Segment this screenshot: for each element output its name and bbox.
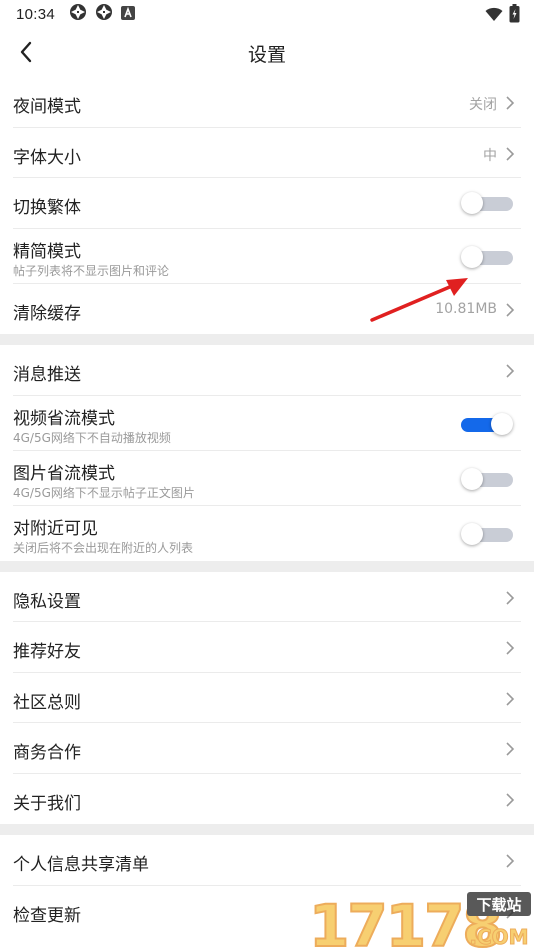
settings-section-info: 个人信息共享清单 检查更新 — [0, 835, 534, 936]
setting-value: 中 — [483, 147, 497, 164]
settings-section-network: 消息推送 视频省流模式 4G/5G网络下不自动播放视频 图片省流模式 4G/5G… — [0, 345, 534, 561]
chevron-right-icon — [506, 904, 515, 919]
setting-description: 帖子列表将不显示图片和评论 — [13, 263, 170, 278]
chevron-right-icon — [506, 691, 515, 706]
setting-privacy[interactable]: 隐私设置 — [13, 572, 521, 622]
chevron-right-icon — [506, 96, 515, 110]
setting-label: 字体大小 — [13, 147, 81, 168]
setting-label: 图片省流模式 — [13, 463, 115, 484]
section-divider — [0, 560, 534, 572]
status-system-icons — [485, 4, 520, 27]
setting-clear-cache[interactable]: 清除缓存 10.81MB — [13, 284, 521, 335]
setting-video-data-saver: 视频省流模式 4G/5G网络下不自动播放视频 — [13, 396, 521, 451]
setting-personal-info-sharing[interactable]: 个人信息共享清单 — [13, 835, 521, 886]
navigation-bar: 设置 — [0, 28, 534, 76]
setting-night-mode[interactable]: 夜间模式 关闭 — [13, 77, 521, 128]
setting-description: 关闭后将不会出现在附近的人列表 — [13, 540, 194, 555]
status-notification-icons — [69, 3, 136, 25]
wifi-icon — [485, 6, 503, 26]
lite-mode-toggle[interactable] — [461, 245, 513, 269]
chevron-right-icon — [506, 590, 515, 605]
page-title: 设置 — [247, 44, 286, 66]
setting-label: 推荐好友 — [13, 642, 81, 662]
setting-label: 清除缓存 — [13, 303, 81, 324]
chevron-right-icon — [506, 302, 515, 317]
setting-description: 4G/5G网络下不显示帖子正文图片 — [13, 485, 195, 500]
status-bar: 10:34 — [0, 0, 534, 28]
status-time: 10:34 — [16, 5, 56, 23]
setting-font-size[interactable]: 字体大小 中 — [13, 128, 521, 178]
setting-label: 对附近可见 — [13, 518, 98, 539]
setting-label: 精简模式 — [13, 241, 81, 262]
video-data-saver-toggle[interactable] — [461, 412, 513, 436]
setting-label: 商务合作 — [13, 743, 81, 763]
setting-label: 检查更新 — [13, 905, 81, 926]
battery-charging-icon — [509, 4, 520, 27]
visible-nearby-toggle[interactable] — [461, 522, 513, 546]
chevron-right-icon — [506, 792, 515, 807]
settings-list: 夜间模式 关闭 字体大小 中 切换繁体 精简模式 帖子列表将不显示图片和评论 清… — [0, 77, 534, 936]
setting-label: 关于我们 — [13, 793, 81, 814]
setting-recommend-friends[interactable]: 推荐好友 — [13, 622, 521, 673]
setting-check-update[interactable]: 检查更新 — [13, 886, 521, 937]
setting-push-notifications[interactable]: 消息推送 — [13, 345, 521, 396]
setting-value: 关闭 — [469, 97, 497, 113]
setting-community-rules[interactable]: 社区总则 — [13, 673, 521, 723]
settings-section-about: 隐私设置 推荐好友 社区总则 商务合作 关于我们 — [0, 571, 534, 825]
setting-image-data-saver: 图片省流模式 4G/5G网络下不显示帖子正文图片 — [13, 451, 521, 506]
setting-lite-mode: 精简模式 帖子列表将不显示图片和评论 — [13, 229, 521, 284]
cache-size-value: 10.81MB — [435, 300, 497, 317]
chevron-right-icon — [506, 854, 515, 868]
setting-label: 消息推送 — [13, 365, 81, 385]
setting-traditional-chinese: 切换繁体 — [13, 178, 521, 229]
chevron-right-icon — [506, 742, 515, 756]
setting-visible-nearby: 对附近可见 关闭后将不会出现在附近的人列表 — [13, 506, 521, 561]
setting-label: 社区总则 — [13, 692, 81, 713]
notification-a-icon — [121, 5, 136, 24]
setting-label: 夜间模式 — [13, 97, 81, 117]
setting-label: 视频省流模式 — [13, 408, 115, 429]
section-divider — [0, 334, 534, 345]
settings-section-display: 夜间模式 关闭 字体大小 中 切换繁体 精简模式 帖子列表将不显示图片和评论 清… — [0, 77, 534, 334]
setting-label: 隐私设置 — [13, 591, 81, 612]
chevron-right-icon — [506, 364, 515, 378]
chevron-right-icon — [506, 146, 515, 161]
setting-about-us[interactable]: 关于我们 — [13, 774, 521, 825]
setting-business-cooperation[interactable]: 商务合作 — [13, 723, 521, 774]
setting-label: 个人信息共享清单 — [13, 855, 149, 875]
aperture-icon — [95, 3, 113, 25]
chevron-right-icon — [506, 641, 515, 655]
setting-description: 4G/5G网络下不自动播放视频 — [13, 430, 171, 445]
image-data-saver-toggle[interactable] — [461, 467, 513, 491]
traditional-chinese-toggle[interactable] — [461, 191, 513, 215]
aperture-icon — [69, 3, 87, 25]
setting-label: 切换繁体 — [13, 198, 81, 218]
section-divider — [0, 824, 534, 835]
